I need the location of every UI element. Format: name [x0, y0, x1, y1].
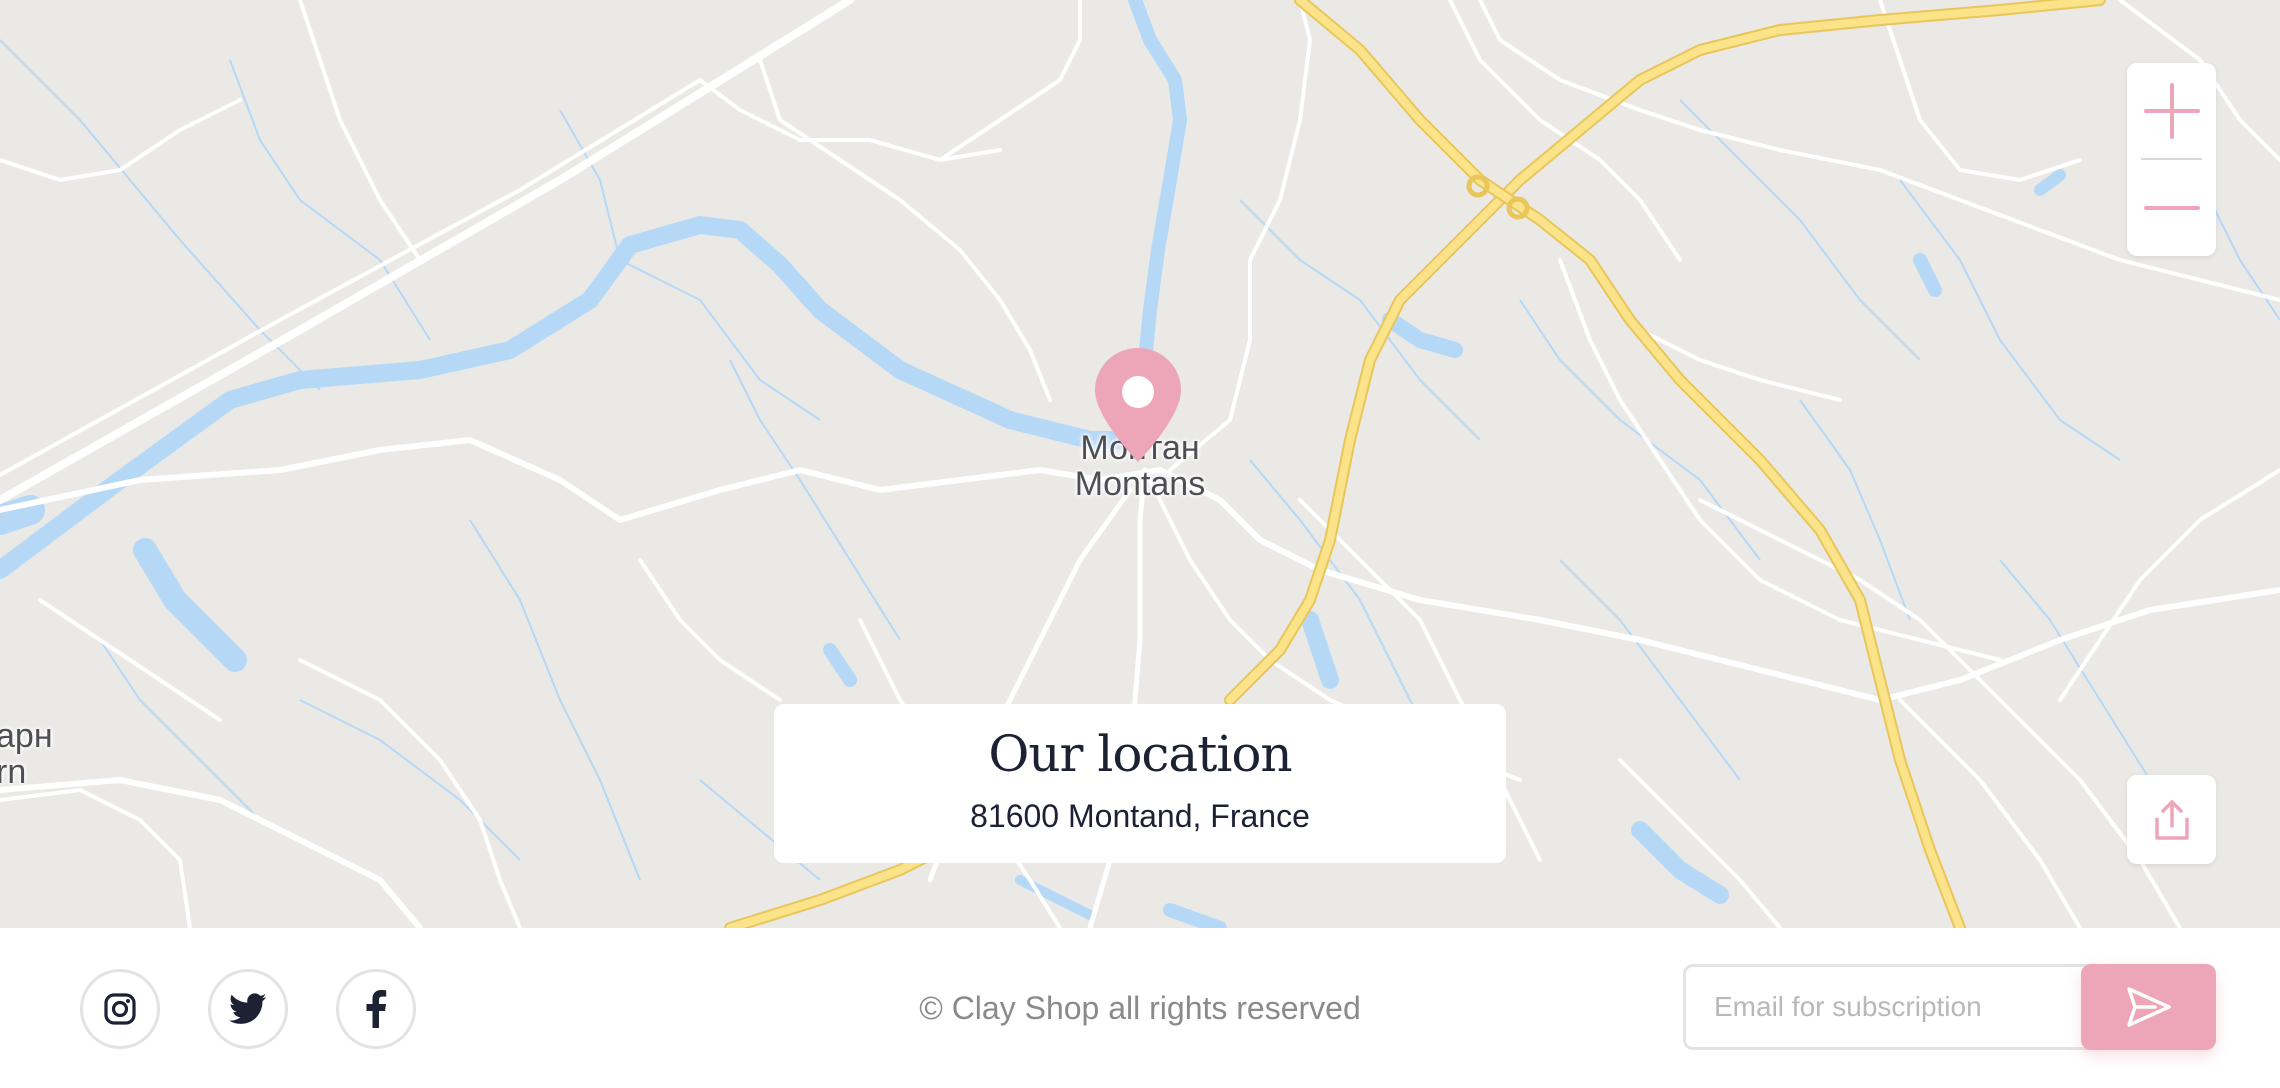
map-edge-label: арн rn: [0, 718, 76, 790]
subscription-email-input[interactable]: [1683, 964, 2103, 1050]
copyright-text: © Clay Shop all rights reserved: [919, 990, 1361, 1026]
share-icon: [2154, 799, 2189, 840]
instagram-link[interactable]: [80, 969, 160, 1049]
share-button[interactable]: [2127, 775, 2216, 864]
edge-label-cyrillic: арн: [0, 717, 53, 755]
footer: © Clay Shop all rights reserved: [0, 928, 2280, 1088]
location-card: Our location 81600 Montand, France: [774, 704, 1506, 863]
zoom-control: [2127, 63, 2216, 256]
map-view[interactable]: Монтан Montans арн rn Our lo: [0, 0, 2280, 928]
plus-icon: [2143, 82, 2200, 139]
location-address: 81600 Montand, France: [970, 798, 1310, 834]
zoom-in-button[interactable]: [2127, 63, 2216, 158]
facebook-icon: [366, 990, 387, 1028]
map-pin-icon[interactable]: [1093, 346, 1183, 464]
edge-label-latin: rn: [0, 753, 27, 791]
twitter-icon: [229, 993, 267, 1024]
location-title: Our location: [988, 725, 1292, 783]
send-icon: [2126, 987, 2171, 1027]
twitter-link[interactable]: [208, 969, 288, 1049]
instagram-icon: [104, 993, 136, 1025]
minus-icon: [2143, 205, 2200, 210]
place-label-latin: Montans: [1074, 465, 1206, 503]
subscribe-send-button[interactable]: [2081, 964, 2216, 1050]
facebook-link[interactable]: [336, 969, 416, 1049]
zoom-out-button[interactable]: [2127, 160, 2216, 255]
